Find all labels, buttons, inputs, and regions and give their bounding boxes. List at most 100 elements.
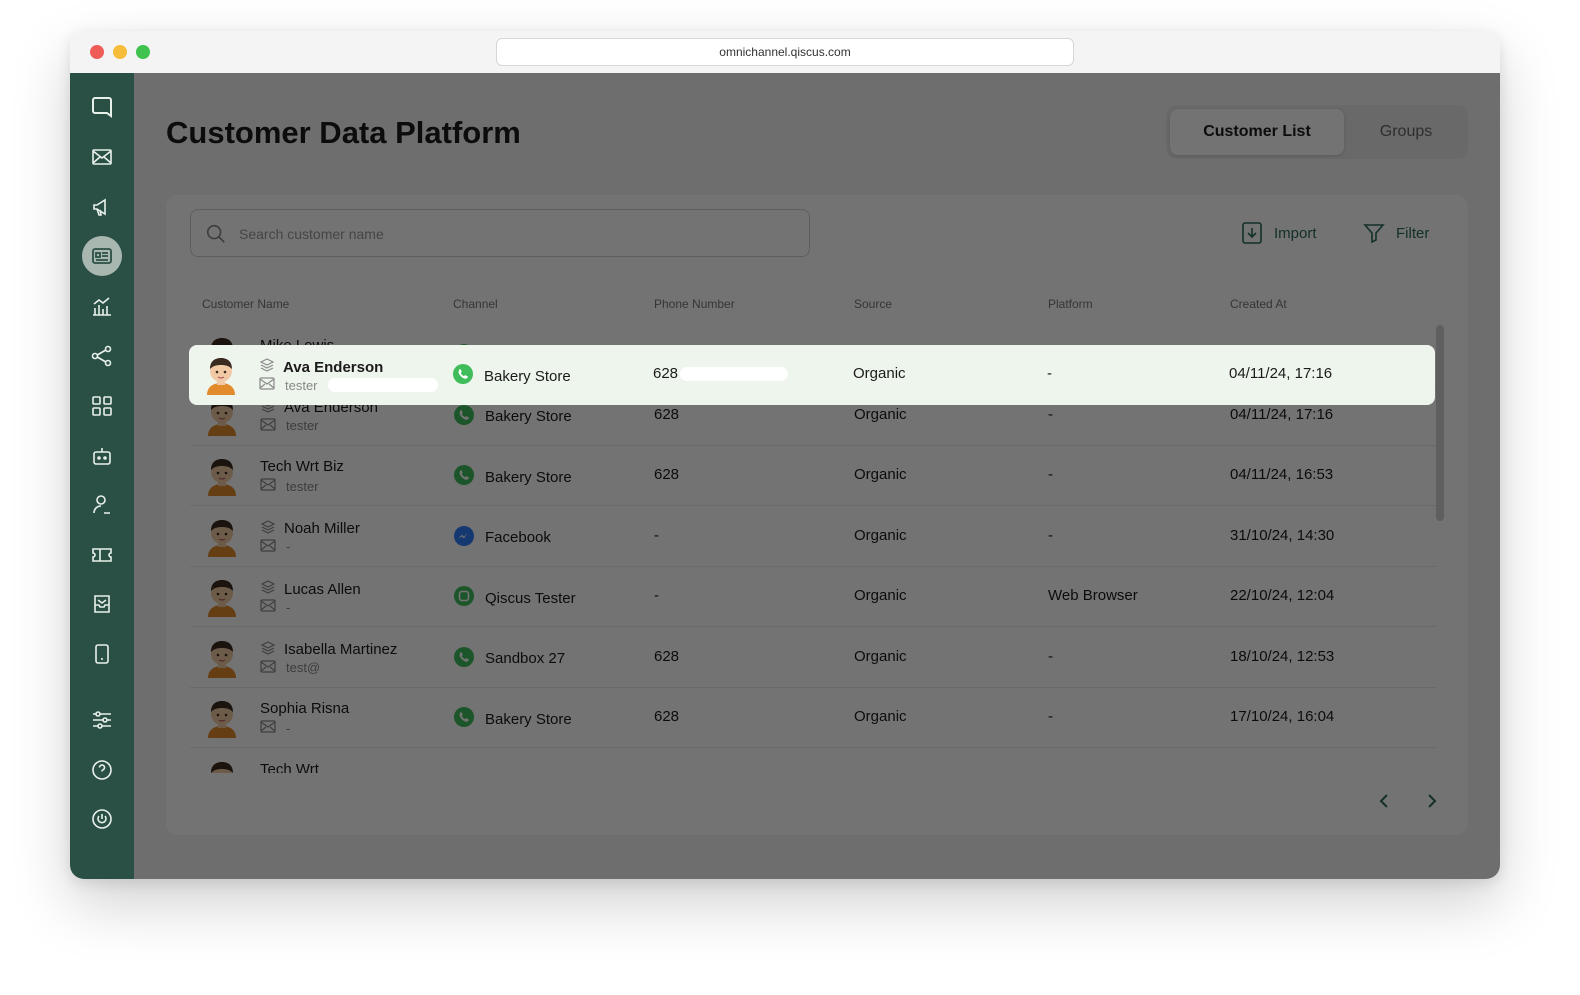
chevron-left-icon [1379, 794, 1388, 808]
header-created-at[interactable]: Created At [1230, 297, 1287, 311]
next-page-button[interactable] [1420, 789, 1444, 813]
power-icon[interactable] [82, 799, 122, 839]
filter-label: Filter [1396, 224, 1430, 242]
avatar [204, 759, 240, 773]
channel-name: Bakery Store [485, 468, 572, 486]
main-content: Customer Data Platform Customer List Gro… [134, 73, 1500, 879]
table-row[interactable]: Tech Wrt Biz tester Bakery Store 628 Organic… [190, 446, 1436, 506]
group-layers-icon [260, 519, 276, 539]
channel-cell: Bakery Store [453, 706, 572, 732]
customer-name-line: Tech Wrt Biz [260, 458, 344, 475]
customer-table-card: Import Filter Customer Name Channel Phon… [166, 195, 1468, 835]
maximize-window-button[interactable] [136, 45, 150, 59]
customer-email: - [286, 599, 291, 615]
robot-icon[interactable] [82, 436, 122, 476]
customer-name[interactable]: Tech Wrt [260, 761, 319, 774]
customer-email-line: tester [260, 417, 319, 434]
ticket-icon[interactable] [82, 535, 122, 575]
channel-name: Qiscus Tester [485, 589, 576, 607]
phone-number-text: 628 [653, 365, 679, 382]
address-bar[interactable]: omnichannel.qiscus.com [496, 38, 1074, 66]
table-row[interactable]: Isabella Martinez test@ Sandbox 27 628 Organ… [190, 628, 1436, 688]
whatsapp-icon [452, 363, 474, 389]
channel-name: Facebook [485, 529, 551, 546]
platform: - [1048, 466, 1053, 483]
import-button[interactable]: Import [1240, 219, 1317, 247]
megaphone-icon[interactable] [82, 187, 122, 227]
filter-button[interactable]: Filter [1362, 219, 1429, 247]
chat-bubble-icon[interactable] [82, 87, 122, 127]
search-input[interactable] [239, 222, 799, 246]
header-platform[interactable]: Platform [1048, 297, 1093, 311]
customer-email-line: - [260, 538, 290, 555]
avatar [204, 577, 240, 617]
phone-number: 628 [653, 365, 789, 382]
help-icon[interactable] [82, 750, 122, 790]
customer-email: tester [286, 478, 319, 494]
table-scrollbar[interactable] [1436, 325, 1444, 521]
header-source[interactable]: Source [854, 297, 892, 311]
platform: - [1048, 647, 1053, 665]
apps-grid-icon[interactable] [82, 386, 122, 426]
agent-icon[interactable] [82, 485, 122, 525]
tab-customer-list[interactable]: Customer List [1170, 109, 1344, 155]
created-at: 18/10/24, 12:53 [1230, 647, 1335, 665]
source: Organic [853, 365, 906, 382]
customer-email: test@ [286, 660, 321, 675]
contact-card-icon[interactable] [82, 236, 122, 276]
created-at: 04/11/24, 17:16 [1229, 365, 1333, 382]
header-customer-name[interactable]: Customer Name [202, 297, 289, 311]
created-at: 17/10/24, 16:04 [1230, 708, 1335, 725]
source: Organic [854, 526, 907, 544]
minimize-window-button[interactable] [113, 45, 127, 59]
inbox-icon[interactable] [82, 584, 122, 624]
import-icon [1242, 222, 1262, 244]
channel-name: Bakery Store [485, 408, 572, 425]
email-icon [259, 377, 275, 393]
tab-groups[interactable]: Groups [1348, 109, 1464, 155]
customer-email-line: tester [260, 478, 319, 494]
customer-name[interactable]: Tech Wrt Biz [260, 458, 344, 475]
platform: - [1048, 708, 1053, 725]
header-phone-number[interactable]: Phone Number [654, 297, 735, 311]
customer-email: tester [286, 418, 319, 433]
customer-name[interactable]: Isabella Martinez [284, 641, 397, 658]
customer-name[interactable]: Ava Enderson [283, 359, 383, 376]
mail-icon[interactable] [82, 137, 122, 177]
settings-sliders-icon[interactable] [82, 700, 122, 740]
table-row[interactable]: Sophia Risna - Bakery Store 628 Organic - 17/1… [190, 688, 1436, 748]
platform: - [1048, 405, 1053, 423]
table-row[interactable]: Lucas Allen - Qiscus Tester - Organic Web Bro… [190, 567, 1436, 627]
previous-page-button[interactable] [1372, 789, 1396, 813]
mobile-icon[interactable] [82, 634, 122, 674]
channel-cell: Sandbox 27 [453, 646, 565, 672]
created-at: 04/11/24, 16:53 [1230, 466, 1334, 483]
table-row[interactable]: Tech Wrt [190, 749, 1436, 774]
platform: Web Browser [1048, 587, 1138, 604]
source: Organic [854, 466, 907, 483]
email-icon [260, 659, 276, 676]
created-at: 31/10/24, 14:30 [1230, 526, 1335, 544]
channel-name: Bakery Store [485, 710, 572, 728]
whatsapp-icon [453, 646, 475, 672]
table-row[interactable]: Noah Miller - Facebook - Organic - 31/10/24, 1… [190, 507, 1436, 567]
customer-email-line: - [260, 599, 290, 615]
close-window-button[interactable] [90, 45, 104, 59]
platform: - [1048, 526, 1053, 544]
share-icon[interactable] [82, 336, 122, 376]
analytics-icon[interactable] [82, 286, 122, 326]
page-title: Customer Data Platform [166, 115, 521, 150]
customer-name[interactable]: Noah Miller [284, 520, 360, 537]
header-channel[interactable]: Channel [453, 297, 498, 311]
channel-cell: Bakery Store [452, 363, 571, 389]
customer-name-line: Noah Miller [260, 519, 360, 539]
highlighted-row[interactable]: Ava Enderson tester Bakery Store 628 Org… [189, 345, 1435, 405]
avatar [204, 638, 240, 678]
customer-name[interactable]: Lucas Allen [284, 581, 361, 598]
group-layers-icon [259, 357, 275, 377]
source: Organic [854, 587, 907, 604]
created-at: 22/10/24, 12:04 [1230, 587, 1335, 604]
customer-email: tester [285, 377, 318, 393]
customer-name[interactable]: Sophia Risna [260, 700, 349, 717]
created-at: 04/11/24, 17:16 [1230, 405, 1334, 423]
